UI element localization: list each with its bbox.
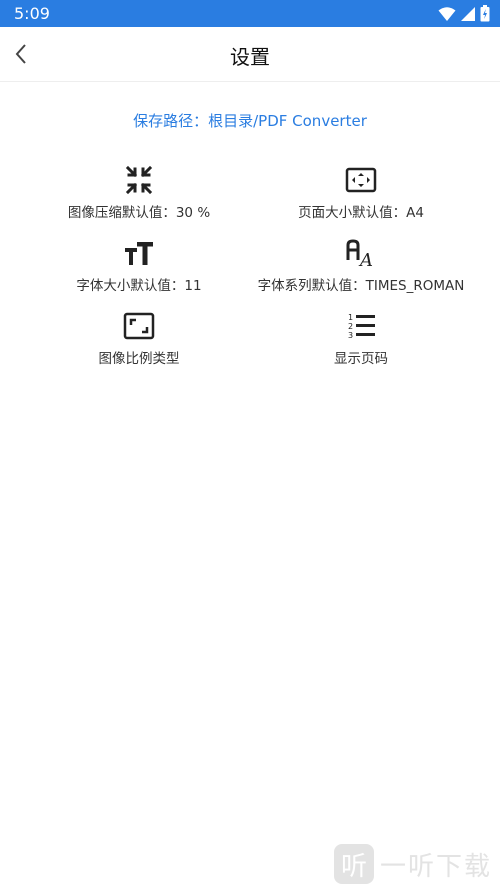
status-time: 5:09 — [14, 4, 50, 23]
battery-icon — [480, 5, 490, 22]
svg-text:2: 2 — [348, 322, 353, 331]
font-size-icon — [125, 242, 153, 265]
setting-image-compression[interactable]: 图像压缩默认值：30 % — [14, 165, 264, 221]
watermark-text: 一听下载 — [379, 851, 492, 882]
setting-font-size[interactable]: 字体大小默认值：11 — [14, 238, 264, 294]
aspect-ratio-icon — [123, 312, 155, 340]
setting-label: 图像压缩默认值：30 % — [67, 205, 211, 221]
wifi-icon — [438, 6, 456, 21]
setting-label: 页面大小默认值：A4 — [298, 205, 424, 221]
setting-label: 字体系列默认值：TIMES_ROMAN — [257, 278, 465, 294]
setting-label: 图像比例类型 — [98, 351, 180, 367]
status-icons — [438, 5, 490, 22]
compress-icon — [125, 165, 153, 195]
setting-show-page-number[interactable]: 1 2 3 显示页码 — [236, 311, 486, 367]
svg-text:A: A — [358, 250, 373, 268]
save-path-link[interactable]: 保存路径：根目录/PDF Converter — [0, 110, 500, 131]
watermark-logo: 听 一听下载 — [333, 844, 492, 884]
setting-image-aspect-ratio[interactable]: 图像比例类型 — [14, 311, 264, 367]
page-size-icon — [345, 167, 377, 193]
status-bar: 5:09 — [0, 0, 500, 27]
watermark-glyph: 听 — [333, 844, 374, 884]
svg-text:3: 3 — [348, 331, 353, 340]
setting-font-family[interactable]: A 字体系列默认值：TIMES_ROMAN — [236, 238, 486, 294]
setting-label: 显示页码 — [334, 351, 388, 367]
signal-icon — [461, 6, 475, 21]
numbered-list-icon: 1 2 3 — [348, 313, 375, 340]
setting-page-size[interactable]: 页面大小默认值：A4 — [236, 165, 486, 221]
app-bar: 设置 — [0, 27, 500, 82]
setting-label: 字体大小默认值：11 — [76, 278, 202, 294]
page-title: 设置 — [230, 45, 270, 69]
svg-text:1: 1 — [348, 313, 353, 322]
font-family-icon: A — [346, 239, 373, 268]
